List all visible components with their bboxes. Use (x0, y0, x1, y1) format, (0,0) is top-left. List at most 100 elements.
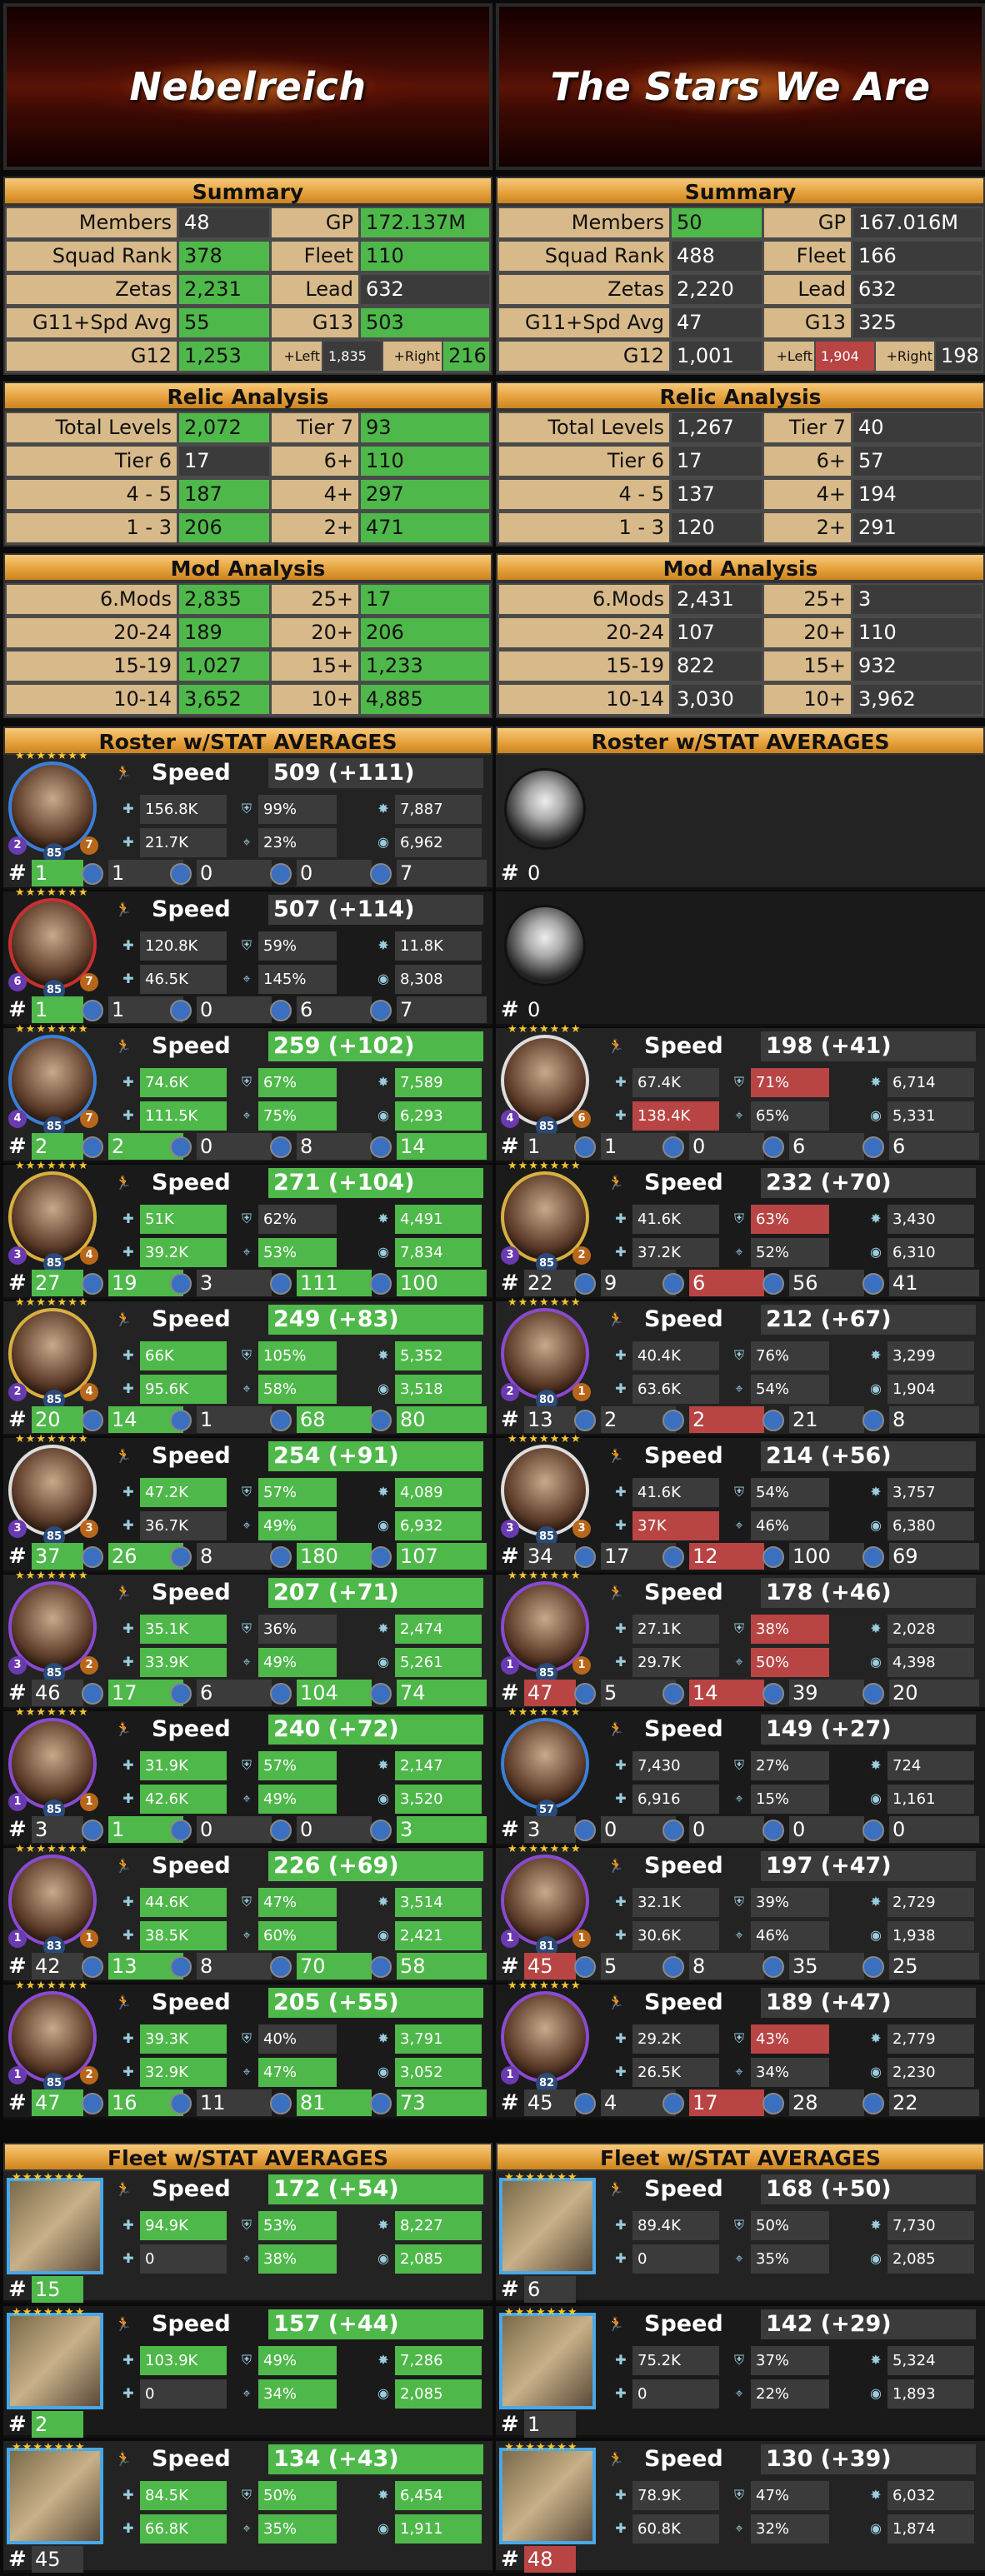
mod-label: 10+ (272, 685, 358, 714)
protection-icon: ✚ (122, 1517, 134, 1533)
count-value: 7 (397, 860, 487, 886)
offense-icon: ✸ (378, 1620, 389, 1636)
mod-icon (270, 2093, 292, 2114)
potency-icon: ◉ (378, 1380, 389, 1396)
summary-value: 48 (179, 208, 269, 237)
hash-icon: # (8, 2412, 27, 2437)
tenacity-icon: ⌖ (735, 1244, 743, 1260)
count-value: 45 (524, 2089, 576, 2116)
count-value: 0 (689, 1816, 764, 1843)
stat-value: 41.6K (632, 1478, 719, 1507)
hash-icon: # (8, 861, 27, 886)
count-value: 0 (197, 860, 272, 886)
speed-icon: 🏃 (115, 2451, 132, 2467)
speed-label: Speed (152, 760, 231, 786)
stat-value: 57% (258, 1751, 337, 1780)
speed-value: 509 (+111) (268, 758, 483, 788)
stat-value: 99% (258, 795, 337, 824)
count-value: 22 (524, 1270, 576, 1296)
stat-value: 47.2K (140, 1478, 227, 1507)
hash-icon: # (501, 861, 519, 886)
zeta-badge: 1 (8, 1930, 27, 1948)
count-value: 0 (197, 1816, 272, 1843)
ally-icon (82, 1683, 103, 1705)
gear-icon (370, 1273, 392, 1295)
speed-label: Speed (644, 1716, 723, 1742)
count-value: 48 (524, 2546, 576, 2573)
hash-icon: # (8, 1954, 27, 1979)
summary-value: 503 (361, 308, 489, 337)
health-icon: ✚ (122, 2352, 134, 2368)
count-value: 21 (789, 1406, 864, 1433)
roster-row: ★★★★★★★ 85 3 3 🏃 Speed 254 (+91) ✚ 47.2K ✚ 36.7K ⛨ 5… (3, 1433, 492, 1573)
stat-value: 53% (258, 1238, 337, 1267)
hash-icon: # (8, 1271, 27, 1295)
star-rating: ★★★★★★★ (12, 2306, 86, 2319)
stat-value: 32.9K (140, 2058, 227, 2087)
speed-value: 130 (+39) (761, 2444, 976, 2474)
count-value: 8 (197, 1543, 272, 1570)
count-value: 47 (32, 2089, 83, 2116)
stat-value: 40.4K (632, 1341, 719, 1370)
speed-value: 507 (+114) (268, 895, 483, 925)
summary-value: 167.016M (853, 208, 982, 237)
count-value: 6 (789, 1133, 864, 1160)
stat-value: 22% (751, 2379, 829, 2409)
roster-row: ★★★★★★★ 85 6 7 🏃 Speed 507 (+114) ✚ 120.8K ✚ 46.5K… (3, 886, 492, 1026)
speed-icon: 🏃 (608, 2181, 624, 2197)
stat-value: 0 (632, 2244, 719, 2274)
offense-icon: ✸ (378, 2487, 389, 2503)
relic-label: 6+ (764, 447, 851, 476)
leader-icon (170, 1136, 192, 1158)
crit-damage-icon: ⛨ (241, 1347, 252, 1363)
roster-row: ★★★★★★★ 81 1 1 🏃 Speed 197 (+47) ✚ 32.1K ✚ 30.6K ⛨ 3… (496, 1843, 985, 1983)
hash-icon: # (501, 1407, 519, 1432)
gear-icon (862, 1136, 884, 1158)
count-value: 0 (197, 996, 272, 1023)
offense-icon: ✸ (378, 1347, 389, 1363)
relic-label: 4 - 5 (499, 480, 669, 509)
stat-value: 3,520 (395, 1785, 482, 1814)
tenacity-icon: ⌖ (242, 2250, 251, 2266)
guild-banner: The Stars We Are (496, 3, 985, 170)
stat-value: 3,757 (888, 1478, 974, 1507)
roster-row: ★★★★★★★ 85 2 4 🏃 Speed 249 (+83) ✚ 66K ✚ 95.6K ⛨ 105… (3, 1296, 492, 1436)
hash-icon: # (8, 2277, 27, 2302)
count-value: 25 (889, 1953, 979, 1979)
mod-value: 206 (361, 618, 489, 647)
stat-value: 6,380 (888, 1511, 974, 1540)
hash-icon: # (501, 2412, 519, 2437)
speed-label: Speed (152, 2446, 231, 2472)
star-rating: ★★★★★★★ (15, 1023, 89, 1036)
ally-icon (574, 1410, 596, 1431)
crit-damage-icon: ⛨ (241, 2217, 252, 2233)
leader-icon (170, 1820, 192, 1841)
crit-damage-icon: ⛨ (241, 2030, 252, 2046)
summary-value: 325 (853, 308, 982, 337)
stat-value: 2,085 (395, 2244, 482, 2274)
gear-icon (862, 2093, 884, 2114)
guild-name: The Stars We Are (550, 64, 931, 109)
right-label: +Right (383, 342, 442, 371)
stat-value: 6,293 (395, 1101, 482, 1131)
mod-label: 10-14 (499, 685, 669, 714)
stat-value: 47% (751, 2481, 829, 2510)
tenacity-icon: ⌖ (242, 1927, 251, 1943)
health-icon: ✚ (615, 2352, 627, 2368)
speed-label: Speed (644, 1580, 723, 1605)
protection-icon: ✚ (615, 1927, 627, 1943)
stat-value: 3,518 (395, 1375, 482, 1404)
stat-value: 156.8K (140, 795, 227, 824)
summary-label: GP (764, 208, 851, 237)
count-value: 107 (397, 1543, 487, 1570)
star-rating: ★★★★★★★ (15, 1979, 89, 1992)
stat-value: 105% (258, 1341, 337, 1370)
protection-icon: ✚ (122, 971, 134, 986)
stat-value: 66K (140, 1341, 227, 1370)
stat-value: 30.6K (632, 1921, 719, 1950)
zeta-badge: 1 (501, 1656, 519, 1675)
stat-value: 3,299 (888, 1341, 974, 1370)
summary-label: Fleet (764, 242, 851, 271)
health-icon: ✚ (615, 1757, 627, 1773)
stat-value: 11.8K (395, 931, 482, 961)
